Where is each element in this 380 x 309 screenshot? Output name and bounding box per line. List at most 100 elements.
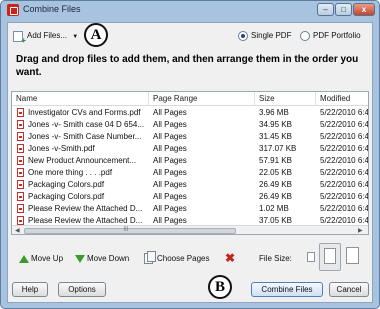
file-name: Jones -v- Smith case 04 D 654... xyxy=(28,120,145,129)
pdf-file-icon xyxy=(17,132,24,141)
title-bar[interactable]: Combine Files – □ x xyxy=(1,1,379,19)
close-button[interactable]: x xyxy=(353,3,375,16)
file-name: Please Review the Attached D... xyxy=(28,204,143,213)
modified-date: 5/22/2010 6:4 xyxy=(320,144,368,153)
pdf-file-icon xyxy=(17,204,24,213)
column-page-range[interactable]: Page Range xyxy=(149,92,255,106)
pdf-portfolio-option[interactable]: PDF Portfolio xyxy=(300,30,361,42)
scroll-left-icon[interactable]: ◀ xyxy=(15,227,20,234)
page-range: All Pages xyxy=(153,132,187,141)
move-down-button[interactable]: Move Down xyxy=(74,252,129,266)
choose-pages-label: Choose Pages xyxy=(157,254,210,263)
move-up-button[interactable]: Move Up xyxy=(18,252,63,266)
column-size[interactable]: Size xyxy=(255,92,316,106)
page-range: All Pages xyxy=(153,204,187,213)
modified-date: 5/22/2010 6:4 xyxy=(320,120,368,129)
move-up-label: Move Up xyxy=(31,254,64,263)
file-name: New Product Announcement... xyxy=(28,156,137,165)
add-files-button[interactable]: Add Files... ▼ xyxy=(13,29,78,45)
page-range: All Pages xyxy=(153,168,187,177)
table-row[interactable]: Packaging Colors.pdf All Pages 26.49 KB 5/2… xyxy=(12,179,368,190)
large-file-size-icon[interactable] xyxy=(346,247,359,264)
modified-date: 5/22/2010 6:4 xyxy=(320,156,368,165)
file-name: Packaging Colors.pdf xyxy=(28,180,105,189)
file-name: Jones -v-Smith.pdf xyxy=(28,144,95,153)
file-size: 317.07 KB xyxy=(259,144,297,153)
small-file-size-icon[interactable] xyxy=(307,252,315,262)
file-size: 26.49 KB xyxy=(259,192,292,201)
instructions-text: Drag and drop files to add them, and the… xyxy=(16,54,359,78)
file-size: 26.49 KB xyxy=(259,180,292,189)
single-pdf-radio[interactable] xyxy=(238,31,248,41)
default-file-size-icon[interactable] xyxy=(324,248,336,264)
pdf-portfolio-label: PDF Portfolio xyxy=(313,31,361,40)
file-name: One more thing . . . .pdf xyxy=(28,168,113,177)
scroll-grip: ||| xyxy=(124,226,128,232)
combine-files-button[interactable]: Combine Files xyxy=(251,282,323,297)
modified-date: 5/22/2010 6:4 xyxy=(320,168,368,177)
table-row[interactable]: One more thing . . . .pdf All Pages 22.05 … xyxy=(12,167,368,178)
page-range: All Pages xyxy=(153,192,187,201)
pdf-file-icon xyxy=(17,120,24,129)
file-size-label: File Size: xyxy=(259,254,292,263)
minimize-button[interactable]: – xyxy=(317,3,334,16)
modified-date: 5/22/2010 6:4 xyxy=(320,204,368,213)
callout-b: B xyxy=(208,275,232,299)
page-range: All Pages xyxy=(153,156,187,165)
arrow-up-icon xyxy=(19,255,29,263)
column-name[interactable]: Name xyxy=(12,92,149,106)
callout-a: A xyxy=(84,23,108,47)
cancel-button[interactable]: Cancel xyxy=(329,282,369,297)
chevron-down-icon[interactable]: ▼ xyxy=(72,34,78,40)
page-range: All Pages xyxy=(153,144,187,153)
options-button[interactable]: Options xyxy=(58,282,106,297)
table-row[interactable]: Please Review the Attached D... All Pages… xyxy=(12,203,368,214)
pdf-file-icon xyxy=(17,180,24,189)
table-row[interactable]: New Product Announcement... All Pages 57.9… xyxy=(12,155,368,166)
scroll-right-icon[interactable]: ▶ xyxy=(358,227,363,234)
single-pdf-option[interactable]: Single PDF xyxy=(238,30,291,42)
help-button[interactable]: Help xyxy=(12,282,48,297)
arrow-down-icon xyxy=(75,255,85,263)
maximize-button[interactable]: □ xyxy=(335,3,352,16)
pages-icon xyxy=(144,251,156,264)
table-row[interactable]: Jones -v-Smith.pdf All Pages 317.07 KB 5/22… xyxy=(12,143,368,154)
table-row[interactable]: Packaging Colors.pdf All Pages 26.49 KB 5/2… xyxy=(12,191,368,202)
pdf-file-icon xyxy=(17,192,24,201)
pdf-file-icon xyxy=(17,168,24,177)
table-row[interactable]: Investigator CVs and Forms.pdf All Pages 3… xyxy=(12,107,368,118)
file-list[interactable]: Name Page Range Size Modified Investigat… xyxy=(11,91,369,235)
dialog-body: Add Files... ▼ A Single PDF PDF Portfoli… xyxy=(7,22,373,303)
column-modified[interactable]: Modified xyxy=(316,92,368,106)
file-list-header: Name Page Range Size Modified xyxy=(12,92,368,106)
horizontal-scrollbar[interactable]: ◀ ||| ▶ xyxy=(12,225,368,234)
modified-date: 5/22/2010 6:4 xyxy=(320,132,368,141)
pdf-file-icon xyxy=(17,144,24,153)
table-row[interactable]: Jones -v- Smith Case Number... All Pages 3… xyxy=(12,131,368,142)
table-row[interactable]: Jones -v- Smith case 04 D 654... All Page… xyxy=(12,119,368,130)
file-name: Packaging Colors.pdf xyxy=(28,192,105,201)
remove-x-icon[interactable]: ✖ xyxy=(225,251,235,265)
page-range: All Pages xyxy=(153,120,187,129)
file-name: Investigator CVs and Forms.pdf xyxy=(28,108,141,117)
add-files-label: Add Files... xyxy=(27,31,68,40)
pdf-portfolio-radio[interactable] xyxy=(300,31,310,41)
modified-date: 5/22/2010 6:4 xyxy=(320,180,368,189)
file-name: Jones -v- Smith Case Number... xyxy=(28,132,142,141)
file-size: 3.96 MB xyxy=(259,108,289,117)
single-pdf-label: Single PDF xyxy=(251,31,292,40)
page-range: All Pages xyxy=(153,180,187,189)
pdf-file-icon xyxy=(17,108,24,117)
modified-date: 5/22/2010 6:4 xyxy=(320,108,368,117)
window-title: Combine Files xyxy=(23,4,81,14)
file-size: 1.02 MB xyxy=(259,204,289,213)
pdf-file-icon xyxy=(17,216,24,225)
choose-pages-button[interactable]: Choose Pages xyxy=(144,251,210,266)
modified-date: 5/22/2010 6:4 xyxy=(320,192,368,201)
file-size: 22.05 KB xyxy=(259,168,292,177)
file-size: 31.45 KB xyxy=(259,132,292,141)
file-size: 57.91 KB xyxy=(259,156,292,165)
add-file-icon xyxy=(13,31,26,45)
scrollbar-thumb[interactable] xyxy=(24,228,236,234)
combine-files-window: Combine Files – □ x Add Files... ▼ A Sin… xyxy=(0,0,380,309)
